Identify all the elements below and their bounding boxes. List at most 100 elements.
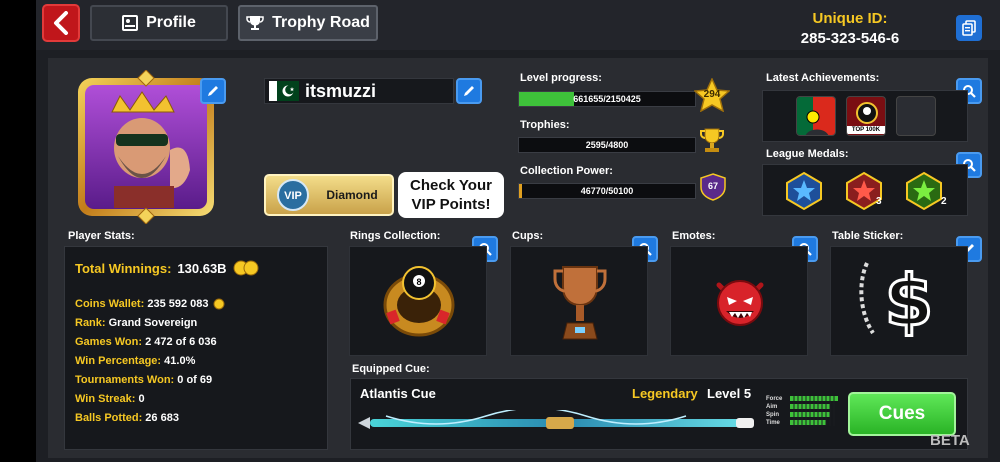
vip-diamond-icon: VIP xyxy=(277,179,309,211)
coin-icon xyxy=(213,298,225,310)
tournaments-won-row: Tournaments Won: 0 of 69 xyxy=(75,371,317,390)
tab-profile[interactable]: Profile xyxy=(90,5,228,41)
cue-attribute-bars xyxy=(790,396,838,426)
tournaments-won-label: Tournaments Won: xyxy=(75,374,175,386)
trophy-icon xyxy=(246,16,264,30)
trophies-value: 2595/4800 xyxy=(585,140,629,150)
cue-attributes: Force Aim Spin Time xyxy=(766,395,782,427)
balls-potted-row: Balls Potted: 26 683 xyxy=(75,409,317,428)
collection-badge: 67 xyxy=(700,173,726,201)
equipped-cue-label: Equipped Cue: xyxy=(352,363,430,375)
player-name-box: itsmuzzi xyxy=(264,78,454,104)
player-stats-label: Player Stats: xyxy=(68,230,135,242)
avatar-king-icon xyxy=(78,69,214,225)
cues-button[interactable]: Cues xyxy=(848,392,956,436)
collection-power-label: Collection Power: xyxy=(520,165,613,177)
achievements-label: Latest Achievements: xyxy=(766,72,880,84)
win-percentage-row: Win Percentage: 41.0% xyxy=(75,352,317,371)
back-button[interactable] xyxy=(42,4,80,42)
trophies-bar: 2595/4800 xyxy=(518,137,696,153)
level-progress-label: Level progress: xyxy=(520,72,602,84)
trophies-label: Trophies: xyxy=(520,119,570,131)
league-medals-box: 3 2 xyxy=(762,164,968,216)
tab-trophy-road[interactable]: Trophy Road xyxy=(238,5,378,41)
tab-trophy-road-label: Trophy Road xyxy=(272,14,370,31)
tournaments-won-value: 0 of 69 xyxy=(177,374,213,386)
coins-wallet-label: Coins Wallet: xyxy=(75,298,145,310)
table-sticker-tile[interactable]: $ xyxy=(830,246,968,356)
copy-icon xyxy=(962,20,976,36)
cups-label: Cups: xyxy=(512,230,544,242)
player-name: itsmuzzi xyxy=(305,80,377,101)
vip-tier-label: Diamond xyxy=(326,188,378,202)
vip-callout-text: Check Your VIP Points! xyxy=(410,177,492,213)
win-streak-value: 0 xyxy=(138,393,145,405)
edit-avatar-button[interactable] xyxy=(200,78,226,104)
level-number: 294 xyxy=(703,89,721,100)
copper-cup-icon xyxy=(553,266,607,340)
unique-id-value: 285-323-546-6 xyxy=(800,30,900,47)
achievement-empty-slot xyxy=(896,96,936,136)
cue-name: Atlantis Cue xyxy=(360,386,436,401)
blue-league-medal-icon[interactable] xyxy=(783,171,825,211)
rank-row: Rank: Grand Sovereign xyxy=(75,314,317,333)
trophy-badge xyxy=(698,127,726,160)
level-star-badge: 294 xyxy=(693,77,731,113)
pencil-icon xyxy=(464,86,474,96)
table-sticker-label: Table Sticker: xyxy=(832,230,904,242)
total-winnings-label: Total Winnings: xyxy=(75,260,172,276)
back-arrow-icon xyxy=(54,11,68,35)
vip-button[interactable]: VIP Diamond xyxy=(264,174,394,216)
edit-name-button[interactable] xyxy=(456,78,482,104)
left-edge-bar xyxy=(0,0,36,462)
cue-attr-spin: Spin xyxy=(766,412,779,418)
svg-text:$: $ xyxy=(885,260,934,342)
pakistan-flag-icon xyxy=(269,81,299,101)
rings-collection-tile[interactable]: 8 xyxy=(349,246,487,356)
collection-power-bar: 46770/50100 xyxy=(518,183,696,199)
win-percentage-value: 41.0% xyxy=(164,355,196,367)
level-progress-bar: 661655/2150425 xyxy=(518,91,696,107)
total-winnings-row: Total Winnings: 130.63B xyxy=(75,259,317,277)
balls-potted-label: Balls Potted: xyxy=(75,412,143,424)
cue-attr-force: Force xyxy=(766,396,783,402)
atlantis-cue-icon[interactable] xyxy=(356,410,756,436)
emotes-tile[interactable] xyxy=(670,246,808,356)
dollar-chain-sticker-icon: $ xyxy=(859,259,935,344)
rank-value: Grand Sovereign xyxy=(108,317,198,329)
portugal-flag-icon xyxy=(797,97,835,135)
vip-callout-bubble[interactable]: Check Your VIP Points! xyxy=(398,172,504,218)
avatar[interactable] xyxy=(74,69,218,225)
level-progress-value: 661655/2150425 xyxy=(573,94,641,104)
cue-attr-aim: Aim xyxy=(766,404,778,410)
profile-card-icon xyxy=(122,15,139,31)
coins-wallet-row: Coins Wallet: 235 592 083 xyxy=(75,295,317,314)
cue-rarity: Legendary xyxy=(632,386,698,401)
unique-id-label: Unique ID: xyxy=(812,10,888,27)
tab-profile-label: Profile xyxy=(146,14,196,31)
games-won-value: 2 472 of 6 036 xyxy=(145,336,217,348)
collection-badge-number: 67 xyxy=(707,181,718,191)
win-streak-label: Win Streak: xyxy=(75,393,136,405)
pencil-icon xyxy=(208,86,218,96)
coins-wallet-value: 235 592 083 xyxy=(147,298,209,310)
gold-trophy-icon xyxy=(700,128,724,152)
red-medal-count: 3 xyxy=(876,196,882,207)
copy-id-button[interactable] xyxy=(956,15,982,41)
win-percentage-label: Win Percentage: xyxy=(75,355,162,367)
league-medals-label: League Medals: xyxy=(766,148,849,160)
games-won-label: Games Won: xyxy=(75,336,143,348)
green-league-medal-icon[interactable] xyxy=(903,171,945,211)
emotes-label: Emotes: xyxy=(672,230,716,242)
devil-emote-icon xyxy=(716,280,764,326)
svg-text:8: 8 xyxy=(416,277,421,287)
balls-potted-value: 26 683 xyxy=(145,412,179,424)
achievement-portugal-badge[interactable] xyxy=(796,96,836,136)
achievement-top-badge[interactable]: TOP 100K xyxy=(846,96,886,136)
eight-ball-ring-icon: 8 xyxy=(383,266,455,337)
achievements-box: TOP 100K xyxy=(762,90,968,142)
rank-label: Rank: xyxy=(75,317,106,329)
cups-tile[interactable] xyxy=(510,246,648,356)
svg-text:VIP: VIP xyxy=(284,190,302,202)
cue-level: Level 5 xyxy=(707,386,752,401)
